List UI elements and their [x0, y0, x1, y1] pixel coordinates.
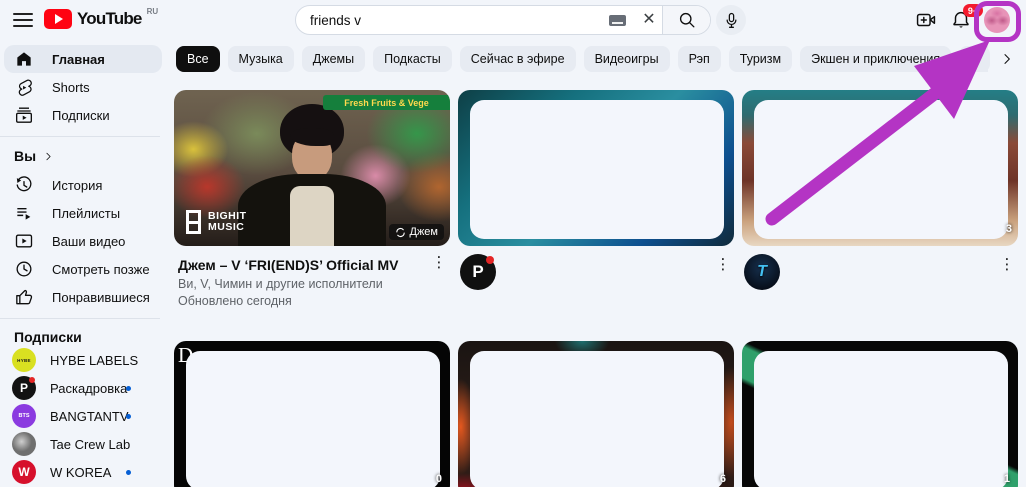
channel-avatar: BTS	[12, 404, 36, 428]
youtube-wordmark: YouTube	[77, 9, 142, 29]
channel-avatar: HYBE	[12, 348, 36, 372]
sidebar-item-label: Ваши видео	[52, 234, 125, 249]
sidebar-subscription-bangtantv[interactable]: BTS BANGTANTV	[4, 402, 162, 430]
video-duration: 6	[720, 473, 726, 485]
subscriptions-icon	[14, 105, 34, 125]
sidebar-item-liked-videos[interactable]: Понравившиеся	[4, 283, 162, 311]
bighit-logo-mark	[186, 210, 201, 234]
video-menu-button[interactable]	[714, 254, 732, 276]
video-thumbnail[interactable]: 6	[458, 341, 734, 487]
shorts-icon	[14, 77, 34, 97]
video-duration: 1	[1004, 473, 1010, 485]
video-menu-button[interactable]	[998, 254, 1016, 276]
video-card: P	[458, 90, 734, 246]
history-icon	[14, 175, 34, 195]
redaction-overlay	[754, 100, 1008, 239]
channel-avatar	[12, 432, 36, 456]
jam-badge: Джем	[389, 224, 445, 240]
youtube-logo[interactable]: YouTube RU	[44, 9, 158, 29]
sidebar-section-you[interactable]: Вы	[14, 148, 55, 164]
video-card: Fresh Fruits & Vege BIGHITMUSIC Джем	[174, 90, 450, 246]
sidebar-item-label: Смотреть позже	[52, 262, 150, 277]
home-icon	[14, 49, 34, 69]
video-thumbnail[interactable]: 1	[742, 341, 1018, 487]
video-card: D 0	[174, 341, 450, 487]
video-card: 3 T	[742, 90, 1018, 246]
channel-avatar[interactable]: T	[744, 254, 780, 290]
video-title[interactable]: Джем – V ‘FRI(END)S’ Official MV	[178, 256, 426, 274]
video-card: 6	[458, 341, 734, 487]
unread-dot	[126, 414, 131, 419]
hamburger-menu-icon[interactable]	[12, 10, 34, 30]
sidebar-divider	[0, 136, 160, 137]
video-thumbnail[interactable]: D 0	[174, 341, 450, 487]
video-menu-button[interactable]	[430, 252, 448, 274]
channel-avatar: W	[12, 460, 36, 484]
thumbs-up-icon	[14, 287, 34, 307]
unread-dot	[126, 470, 131, 475]
sidebar-item-watch-later[interactable]: Смотреть позже	[4, 255, 162, 283]
sidebar-item-label: Главная	[52, 52, 105, 67]
sidebar: Главная Shorts Подписки Вы	[0, 40, 170, 487]
sidebar-subscription-tae-crew-lab[interactable]: Tae Crew Lab	[4, 430, 162, 458]
notification-count-badge: 9+	[963, 4, 983, 17]
redaction-overlay	[470, 351, 724, 487]
redaction-overlay	[470, 100, 724, 239]
channel-name: Раскадровка	[50, 381, 127, 396]
chevron-right-icon	[42, 150, 55, 163]
video-grid: Fresh Fruits & Vege BIGHITMUSIC Джем	[170, 0, 1026, 487]
video-duration: 0	[436, 473, 442, 485]
video-meta: Обновлено сегодня	[178, 294, 426, 308]
subscriptions-header: Подписки	[14, 329, 82, 345]
region-label: RU	[147, 7, 159, 16]
sidebar-item-label: Плейлисты	[52, 206, 120, 221]
sidebar-item-playlists[interactable]: Плейлисты	[4, 199, 162, 227]
sidebar-subscription-w-korea[interactable]: W W KOREA	[4, 458, 162, 486]
profile-avatar[interactable]	[984, 7, 1010, 33]
sidebar-item-home[interactable]: Главная	[4, 45, 162, 73]
sidebar-subscription-raskadrovka[interactable]: P Раскадровка	[4, 374, 162, 402]
your-videos-icon	[14, 231, 34, 251]
watch-later-icon	[14, 259, 34, 279]
playlists-icon	[14, 203, 34, 223]
redaction-overlay	[754, 351, 1008, 487]
video-thumbnail[interactable]	[458, 90, 734, 246]
unread-dot	[126, 386, 131, 391]
channel-avatar[interactable]: P	[460, 254, 496, 290]
video-thumbnail[interactable]: Fresh Fruits & Vege BIGHITMUSIC Джем	[174, 90, 450, 246]
bighit-music-logo: BIGHITMUSIC	[186, 210, 247, 234]
video-byline: Ви, V, Чимин и другие исполнители	[178, 277, 426, 291]
sidebar-item-label: История	[52, 178, 102, 193]
sidebar-item-label: Подписки	[52, 108, 110, 123]
sidebar-item-your-videos[interactable]: Ваши видео	[4, 227, 162, 255]
sidebar-item-history[interactable]: История	[4, 171, 162, 199]
channel-name: BANGTANTV	[50, 409, 129, 424]
redaction-overlay	[186, 351, 440, 487]
channel-name: Tae Crew Lab	[50, 437, 130, 452]
jam-mix-icon	[395, 227, 406, 238]
sidebar-item-label: Понравившиеся	[52, 290, 150, 305]
youtube-play-icon	[44, 9, 72, 29]
channel-avatar: P	[12, 376, 36, 400]
you-label: Вы	[14, 148, 36, 164]
video-thumbnail[interactable]: 3	[742, 90, 1018, 246]
video-card: 1	[742, 341, 1018, 487]
channel-name: W KOREA	[50, 465, 111, 480]
channel-name: HYBE LABELS	[50, 353, 138, 368]
sidebar-divider	[0, 318, 160, 319]
sidebar-item-label: Shorts	[52, 80, 90, 95]
sidebar-subscription-hybe-labels[interactable]: HYBE HYBE LABELS	[4, 346, 162, 374]
thumbnail-store-banner: Fresh Fruits & Vege	[323, 95, 450, 110]
sidebar-item-shorts[interactable]: Shorts	[4, 73, 162, 101]
youtube-home-page: YouTube RU ✕	[0, 0, 1026, 487]
video-duration: 3	[1006, 223, 1012, 235]
sidebar-item-subscriptions[interactable]: Подписки	[4, 101, 162, 129]
